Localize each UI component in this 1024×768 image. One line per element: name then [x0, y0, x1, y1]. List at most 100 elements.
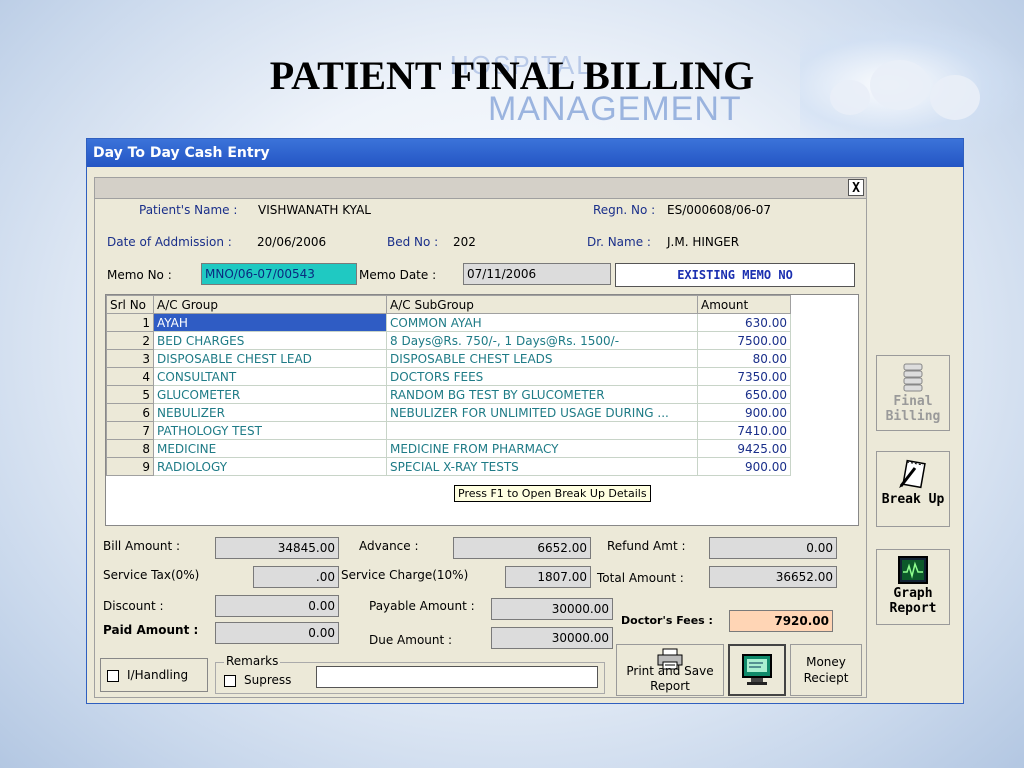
- col-ac-subgroup[interactable]: A/C SubGroup: [386, 295, 698, 314]
- cell-group[interactable]: MEDICINE: [153, 439, 387, 458]
- cell-group[interactable]: PATHOLOGY TEST: [153, 421, 387, 440]
- cell-group[interactable]: CONSULTANT: [153, 367, 387, 386]
- memo-no-label: Memo No :: [107, 268, 172, 282]
- billing-grid[interactable]: Srl No A/C Group A/C SubGroup Amount 1 A…: [105, 294, 859, 526]
- patient-name-label: Patient's Name :: [139, 203, 238, 217]
- service-tax-field[interactable]: .00: [253, 566, 339, 588]
- slide-title: PATIENT FINAL BILLING: [269, 53, 755, 98]
- admission-date-label: Date of Addmission :: [107, 235, 232, 249]
- doctor-fees-field[interactable]: 7920.00: [729, 610, 833, 632]
- cell-group[interactable]: BED CHARGES: [153, 331, 387, 350]
- remarks-group: Remarks Supress: [215, 654, 605, 694]
- supress-label: Supress: [244, 673, 292, 687]
- cell-amount[interactable]: 7350.00: [697, 367, 791, 386]
- col-ac-group[interactable]: A/C Group: [153, 295, 387, 314]
- cell-amount[interactable]: 7410.00: [697, 421, 791, 440]
- bill-amount-label: Bill Amount :: [103, 539, 181, 553]
- cell-srl: 1: [106, 313, 154, 332]
- table-row[interactable]: 9 RADIOLOGY SPECIAL X-RAY TESTS 900.00: [106, 457, 791, 476]
- money-receipt-button[interactable]: Money Reciept: [790, 644, 862, 696]
- payable-amount-label: Payable Amount :: [369, 599, 475, 613]
- monitor-button[interactable]: [728, 644, 786, 696]
- supress-checkbox[interactable]: [224, 675, 236, 687]
- table-row[interactable]: 8 MEDICINE MEDICINE FROM PHARMACY 9425.0…: [106, 439, 791, 458]
- cell-amount[interactable]: 650.00: [697, 385, 791, 404]
- bill-amount-field[interactable]: 34845.00: [215, 537, 339, 559]
- advance-field[interactable]: 6652.00: [453, 537, 591, 559]
- due-amount-field[interactable]: 30000.00: [491, 627, 613, 649]
- cell-amount[interactable]: 630.00: [697, 313, 791, 332]
- cell-subgroup[interactable]: NEBULIZER FOR UNLIMITED USAGE DURING ...: [386, 403, 698, 422]
- remarks-legend: Remarks: [224, 654, 281, 668]
- cell-srl: 6: [106, 403, 154, 422]
- refund-amt-label: Refund Amt :: [607, 539, 686, 553]
- service-charge-label: Service Charge(10%): [341, 568, 469, 582]
- print-save-report-button[interactable]: Print and Save Report: [616, 644, 724, 696]
- breakup-tooltip: Press F1 to Open Break Up Details: [454, 485, 651, 502]
- bed-no-value: 202: [453, 235, 476, 249]
- cell-group[interactable]: AYAH: [153, 313, 387, 332]
- cell-subgroup[interactable]: COMMON AYAH: [386, 313, 698, 332]
- payable-amount-field[interactable]: 30000.00: [491, 598, 613, 620]
- break-up-button[interactable]: Break Up: [876, 451, 950, 527]
- memo-date-input[interactable]: 07/11/2006: [463, 263, 611, 285]
- table-row[interactable]: 4 CONSULTANT DOCTORS FEES 7350.00: [106, 367, 791, 386]
- cell-subgroup[interactable]: DISPOSABLE CHEST LEADS: [386, 349, 698, 368]
- doctor-name-label: Dr. Name :: [587, 235, 651, 249]
- table-row[interactable]: 1 AYAH COMMON AYAH 630.00: [106, 313, 791, 332]
- cell-amount[interactable]: 7500.00: [697, 331, 791, 350]
- cell-subgroup[interactable]: DOCTORS FEES: [386, 367, 698, 386]
- table-row[interactable]: 2 BED CHARGES 8 Days@Rs. 750/-, 1 Days@R…: [106, 331, 791, 350]
- final-billing-button[interactable]: Final Billing: [876, 355, 950, 431]
- cell-subgroup[interactable]: 8 Days@Rs. 750/-, 1 Days@Rs. 1500/-: [386, 331, 698, 350]
- col-srl-no[interactable]: Srl No: [106, 295, 154, 314]
- cell-subgroup[interactable]: MEDICINE FROM PHARMACY: [386, 439, 698, 458]
- remarks-input[interactable]: [316, 666, 598, 688]
- cell-subgroup[interactable]: [386, 421, 698, 440]
- cell-group[interactable]: GLUCOMETER: [153, 385, 387, 404]
- discount-field[interactable]: 0.00: [215, 595, 339, 617]
- billing-panel: X Patient's Name : VISHWANATH KYAL Regn.…: [94, 177, 867, 698]
- cell-srl: 4: [106, 367, 154, 386]
- cell-srl: 7: [106, 421, 154, 440]
- graph-report-button[interactable]: Graph Report: [876, 549, 950, 625]
- cell-amount[interactable]: 9425.00: [697, 439, 791, 458]
- document-stack-icon: [903, 363, 923, 392]
- cell-srl: 3: [106, 349, 154, 368]
- billing-table: Srl No A/C Group A/C SubGroup Amount 1 A…: [106, 295, 791, 476]
- cell-group[interactable]: RADIOLOGY: [153, 457, 387, 476]
- close-icon[interactable]: X: [848, 179, 864, 196]
- service-tax-label: Service Tax(0%): [103, 568, 200, 582]
- panel-header-bar: X: [95, 178, 866, 199]
- cash-entry-window: Day To Day Cash Entry X Patient's Name :…: [86, 138, 964, 704]
- refund-amt-field[interactable]: 0.00: [709, 537, 837, 559]
- final-billing-label: Final Billing: [885, 394, 941, 424]
- grid-header-row: Srl No A/C Group A/C SubGroup Amount: [106, 295, 791, 314]
- col-amount[interactable]: Amount: [697, 295, 791, 314]
- advance-label: Advance :: [359, 539, 419, 553]
- cell-amount[interactable]: 900.00: [697, 457, 791, 476]
- admission-date-value: 20/06/2006: [257, 235, 327, 249]
- total-amount-label: Total Amount :: [597, 571, 684, 585]
- table-row[interactable]: 5 GLUCOMETER RANDOM BG TEST BY GLUCOMETE…: [106, 385, 791, 404]
- cell-amount[interactable]: 900.00: [697, 403, 791, 422]
- print-save-label: Print and Save Report: [626, 664, 714, 693]
- cell-srl: 8: [106, 439, 154, 458]
- total-amount-field[interactable]: 36652.00: [709, 566, 837, 588]
- cell-group[interactable]: DISPOSABLE CHEST LEAD: [153, 349, 387, 368]
- paid-amount-field[interactable]: 0.00: [215, 622, 339, 644]
- cell-amount[interactable]: 80.00: [697, 349, 791, 368]
- table-row[interactable]: 6 NEBULIZER NEBULIZER FOR UNLIMITED USAG…: [106, 403, 791, 422]
- doctor-fees-label: Doctor's Fees :: [621, 614, 713, 627]
- memo-no-input[interactable]: MNO/06-07/00543: [201, 263, 357, 285]
- table-row[interactable]: 3 DISPOSABLE CHEST LEAD DISPOSABLE CHEST…: [106, 349, 791, 368]
- break-up-label: Break Up: [881, 492, 945, 507]
- table-row[interactable]: 7 PATHOLOGY TEST 7410.00: [106, 421, 791, 440]
- cell-subgroup[interactable]: RANDOM BG TEST BY GLUCOMETER: [386, 385, 698, 404]
- paid-amount-label: Paid Amount :: [103, 623, 199, 637]
- service-charge-field[interactable]: 1807.00: [505, 566, 591, 588]
- cell-subgroup[interactable]: SPECIAL X-RAY TESTS: [386, 457, 698, 476]
- cell-group[interactable]: NEBULIZER: [153, 403, 387, 422]
- cell-srl: 2: [106, 331, 154, 350]
- ihandling-checkbox[interactable]: [107, 670, 119, 682]
